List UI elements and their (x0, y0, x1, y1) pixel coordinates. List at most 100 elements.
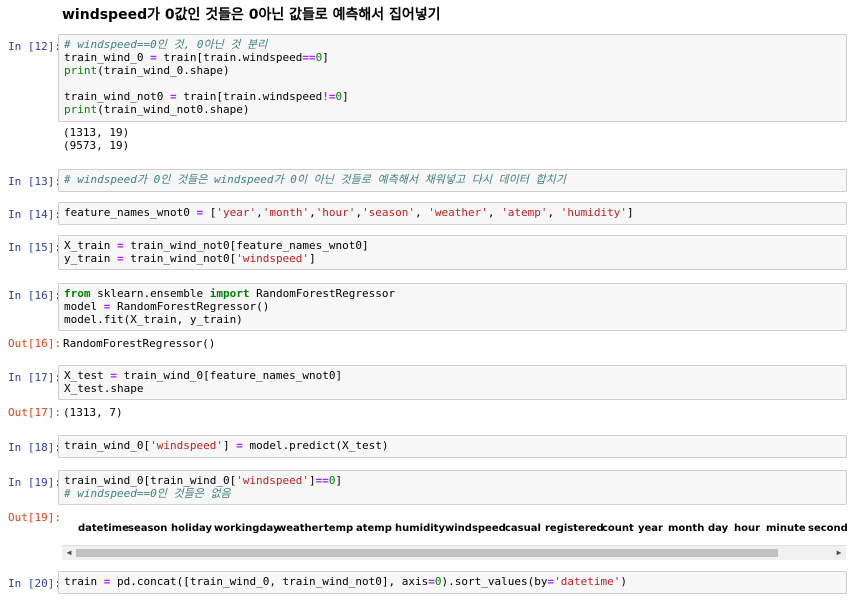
code-token: # windspeed가 0인 것들은 windspeed가 0이 아닌 것들로… (64, 173, 566, 186)
horizontal-scrollbar[interactable]: ◀ ▶ (62, 545, 846, 560)
code-token: ] (627, 206, 634, 219)
code-line: X_train = train_wind_not0[feature_names_… (64, 239, 841, 252)
code-token: # windspeed==0인 것, 0아닌 것 분리 (64, 38, 268, 51)
code-line: # windspeed가 0인 것들은 windspeed가 0이 아닌 것들로… (64, 173, 841, 186)
code-token: train_wind_0 (64, 51, 151, 64)
code-token: , (547, 206, 561, 219)
code-token: train_wind_not0 (64, 90, 170, 103)
code-token: != (322, 90, 336, 103)
code-line: train_wind_not0 = train[train.windspeed!… (64, 90, 841, 103)
code-token: = (169, 90, 177, 103)
dataframe-header: datetime season holiday workingday weath… (62, 523, 848, 537)
code-token: , (487, 206, 502, 219)
code-line: # windspeed==0인 것들은 없음 (64, 487, 841, 500)
code-token: train_wind_0[train_wind_0[ (64, 474, 237, 487)
scrollbar-thumb[interactable] (76, 549, 778, 557)
cell-prompt: In [20]: (8, 577, 61, 590)
code-cell[interactable]: X_train = train_wind_not0[feature_names_… (58, 235, 847, 270)
out-prompt: Out[17]: (8, 406, 61, 419)
code-token: train_wind_0[ (64, 439, 151, 452)
code-token: train_wind_not0[feature_names_wnot0] (123, 239, 369, 252)
column-header: season (128, 523, 168, 534)
code-cell[interactable]: feature_names_wnot0 = ['year','month','h… (58, 202, 847, 225)
code-line: feature_names_wnot0 = ['year','month','h… (64, 206, 841, 219)
code-cell[interactable]: X_test = train_wind_0[feature_names_wnot… (58, 365, 847, 400)
code-line: y_train = train_wind_not0['windspeed'] (64, 252, 841, 265)
scroll-right-icon[interactable]: ▶ (833, 547, 845, 559)
column-header: second (808, 523, 848, 534)
column-header: holiday (171, 523, 212, 534)
code-token: , (256, 206, 263, 219)
code-token: 0 (328, 474, 336, 487)
cell-prompt: In [17]: (8, 371, 61, 384)
cell-prompt: In [14]: (8, 208, 61, 221)
code-token: model.predict(X_test) (242, 439, 389, 452)
code-line: # windspeed==0인 것, 0아닌 것 분리 (64, 38, 841, 51)
code-line: train_wind_0['windspeed'] = model.predic… (64, 439, 841, 452)
code-token: ] (309, 252, 316, 265)
code-token: X_train (64, 239, 117, 252)
column-header: year (638, 523, 663, 534)
column-header: registered (545, 523, 604, 534)
code-line: train = pd.concat([train_wind_0, train_w… (64, 575, 841, 588)
code-cell[interactable]: # windspeed가 0인 것들은 windspeed가 0이 아닌 것들로… (58, 169, 847, 192)
cell-prompt: In [19]: (8, 476, 61, 489)
code-token: ) (620, 575, 627, 588)
code-token: , (309, 206, 316, 219)
column-header: count (602, 523, 634, 534)
cell-output: (1313, 7) (63, 406, 123, 419)
column-header: temp (324, 523, 354, 534)
code-cell[interactable]: # windspeed==0인 것, 0아닌 것 분리 train_wind_0 … (58, 34, 847, 122)
code-token: model.fit(X_train, y_train) (64, 313, 243, 326)
code-token: ] (309, 474, 316, 487)
code-token: = (236, 439, 243, 452)
code-line: from sklearn.ensemble import RandomFores… (64, 287, 841, 300)
code-cell[interactable]: train_wind_0[train_wind_0['windspeed']==… (58, 470, 847, 505)
code-line: X_test = train_wind_0[feature_names_wnot… (64, 369, 841, 382)
column-header: casual (505, 523, 541, 534)
scroll-left-icon[interactable]: ◀ (63, 547, 75, 559)
code-token: from (64, 287, 91, 300)
code-token: 'windspeed' (236, 252, 310, 265)
code-token: 'weather' (428, 206, 488, 219)
code-line: print(train_wind_0.shape) (64, 64, 841, 77)
column-header: humidity (395, 523, 445, 534)
code-token: ] (342, 90, 349, 103)
code-token: (train_wind_0.shape) (97, 64, 230, 77)
cell-output: (1313, 19) (9573, 19) (63, 126, 130, 152)
code-line: train_wind_0[train_wind_0['windspeed']==… (64, 474, 841, 487)
code-token: ] (322, 51, 329, 64)
column-header: datetime (78, 523, 129, 534)
code-token: = (116, 252, 124, 265)
cell-prompt: In [18]: (8, 441, 61, 454)
code-token: ] (335, 474, 343, 487)
code-token: y_train (64, 252, 117, 265)
code-line: train_wind_0 = train[train.windspeed==0] (64, 51, 841, 64)
code-cell[interactable]: from sklearn.ensemble import RandomFores… (58, 283, 847, 331)
code-token: 'season' (362, 206, 416, 219)
code-token: 'hour' (315, 206, 356, 219)
code-token: [ (203, 206, 217, 219)
code-token: model (64, 300, 104, 313)
code-token: = (110, 369, 117, 382)
code-token: train_wind_0[feature_names_wnot0] (116, 369, 343, 382)
code-token: RandomForestRegressor() (110, 300, 270, 313)
code-cell[interactable]: train = pd.concat([train_wind_0, train_w… (58, 571, 847, 594)
code-cell[interactable]: train_wind_0['windspeed'] = model.predic… (58, 435, 847, 458)
cell-output: RandomForestRegressor() (63, 337, 216, 350)
column-header: day (708, 523, 729, 534)
code-token: X_test (64, 369, 111, 382)
code-token: 'month' (262, 206, 310, 219)
code-token: train_wind_not0[ (123, 252, 237, 265)
code-line: model.fit(X_train, y_train) (64, 313, 841, 326)
code-token: print (64, 64, 98, 77)
column-header: hour (734, 523, 761, 534)
code-token: (train_wind_not0.shape) (97, 103, 250, 116)
code-token: X_test.shape (64, 382, 144, 395)
column-header: atemp (356, 523, 392, 534)
code-token: ] (222, 439, 237, 452)
code-token: train[train.windspeed (176, 90, 323, 103)
code-token: RandomForestRegressor (249, 287, 396, 300)
code-token: 'year' (216, 206, 257, 219)
